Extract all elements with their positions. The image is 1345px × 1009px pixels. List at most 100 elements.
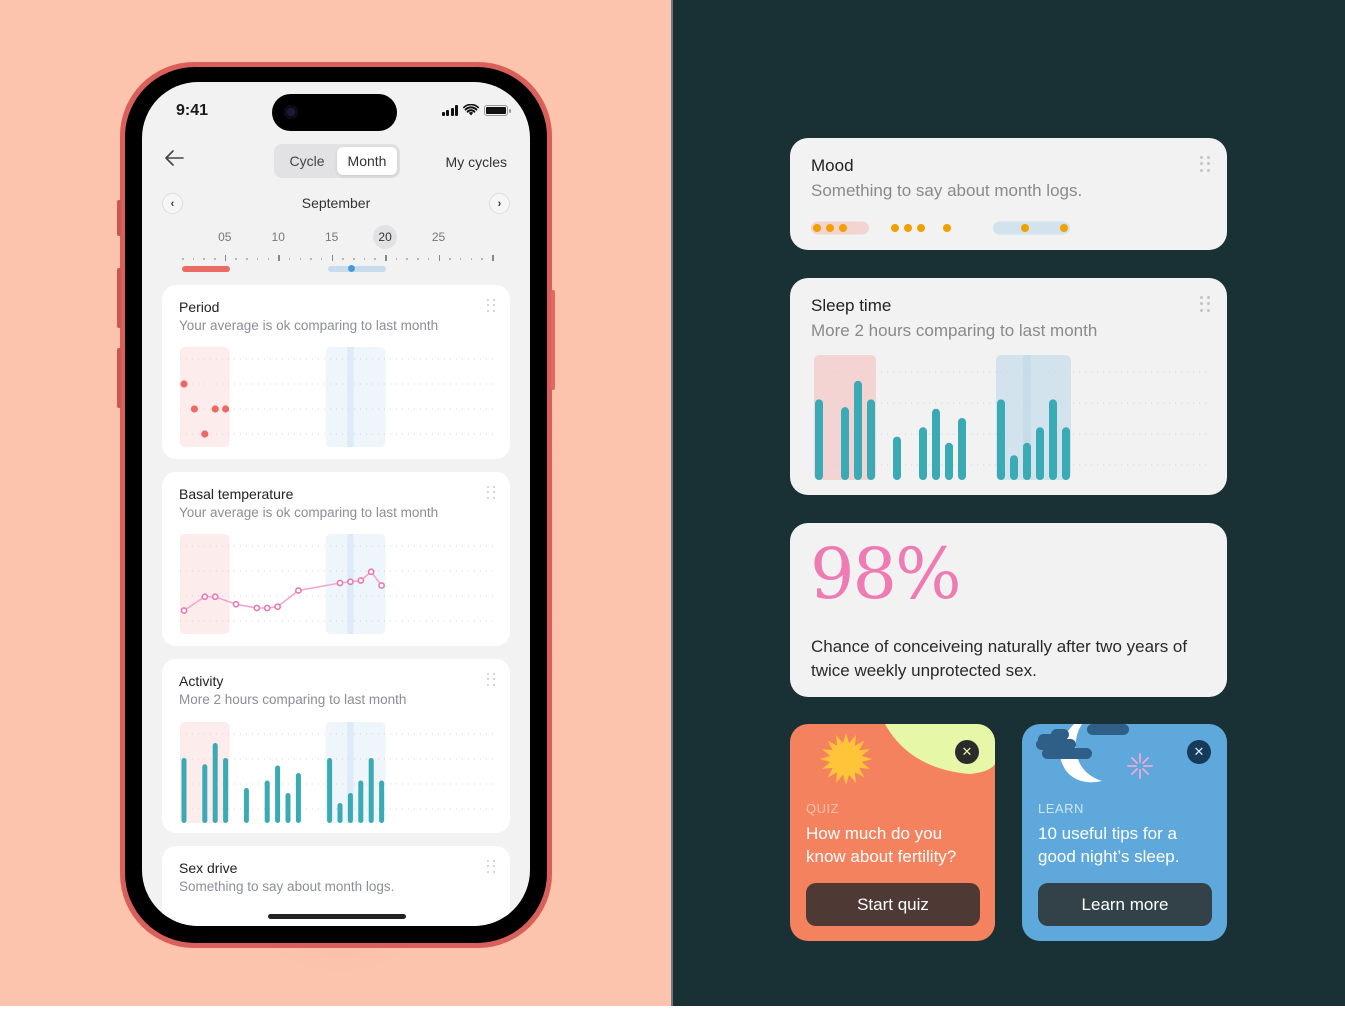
day-ruler[interactable]: [182, 254, 494, 264]
next-month-button[interactable]: ›: [489, 193, 510, 214]
learn-close-button[interactable]: ✕: [1187, 740, 1211, 764]
start-quiz-button[interactable]: Start quiz: [806, 883, 980, 926]
period-point: [201, 430, 209, 438]
my-cycles-link[interactable]: My cycles: [446, 154, 507, 170]
chevron-right-icon: ›: [497, 197, 502, 210]
panel-divider: [671, 0, 673, 1006]
mood-widget[interactable]: Mood Something to say about month logs.: [790, 138, 1227, 250]
ruler-tick: [278, 255, 280, 261]
ruler-tick: [192, 258, 195, 260]
bar: [337, 803, 343, 823]
bar: [243, 788, 249, 823]
sleep-time-widget[interactable]: Sleep time More 2 hours comparing to las…: [790, 278, 1227, 495]
conceive-description: Chance of conceiveing naturally after tw…: [811, 637, 1188, 680]
basal-temperature-card[interactable]: Basal temperature Your average is ok com…: [162, 472, 510, 646]
volume-down-button: [117, 348, 121, 408]
temperature-point: [367, 568, 375, 576]
close-icon: ✕: [1193, 744, 1205, 759]
temperature-point: [201, 593, 209, 601]
status-icons: [441, 104, 511, 116]
period-point: [222, 405, 230, 413]
day-label[interactable]: 20: [373, 225, 398, 249]
temperature-point: [274, 603, 281, 611]
ruler-tick: [331, 255, 334, 261]
bar: [1023, 442, 1031, 480]
temperature-point: [294, 587, 302, 594]
period-card[interactable]: Period Your average is ok comparing to l…: [162, 285, 510, 459]
month-label: September: [301, 195, 371, 211]
learn-more-button[interactable]: Learn more: [1038, 883, 1212, 926]
fertile-highlight: [325, 347, 386, 447]
temperature-point: [253, 604, 261, 612]
quiz-close-button[interactable]: ✕: [955, 740, 979, 764]
mood-dot: [904, 224, 912, 232]
camera-icon: [284, 105, 298, 119]
mood-dot: [813, 224, 821, 232]
home-indicator[interactable]: [268, 914, 406, 919]
back-button[interactable]: [164, 148, 184, 170]
bar: [1036, 427, 1044, 480]
quiz-illustration: [820, 724, 995, 785]
bar: [347, 793, 353, 823]
ruler-tick: [481, 258, 483, 260]
mood-dot: [826, 224, 834, 232]
ruler-tick: [374, 258, 376, 260]
ruler-tick: [288, 258, 291, 260]
temperature-point: [357, 577, 365, 584]
ruler-tick: [224, 255, 227, 261]
volume-up-button: [117, 268, 121, 328]
fertile-highlight: [996, 355, 1071, 480]
ruler-tick: [353, 258, 355, 260]
ovulation-highlight: [347, 347, 354, 447]
quiz-promo-card[interactable]: ✕ QUIZ How much do you know about fertil…: [790, 724, 995, 941]
day-tick-labels: 05 10 15 20 25: [182, 225, 492, 249]
bar: [945, 442, 953, 480]
sleep-time-chart: [814, 355, 1210, 480]
period-point: [211, 405, 219, 413]
conceive-chance-widget: 98% Chance of conceiveing naturally afte…: [790, 523, 1227, 697]
bar: [815, 399, 823, 480]
ruler-tick: [256, 258, 259, 260]
bar: [932, 408, 940, 480]
period-point: [180, 380, 188, 388]
promo-text: How much do you know about fertility?: [806, 824, 957, 866]
bar: [1062, 427, 1070, 480]
basal-temperature-chart: [180, 534, 496, 634]
bar: [275, 765, 281, 823]
ruler-tick: [385, 255, 387, 261]
segment-month[interactable]: Month: [337, 147, 397, 175]
cloud-icon: [1087, 724, 1129, 735]
signal-icon: [441, 104, 458, 116]
segment-cycle[interactable]: Cycle: [277, 147, 337, 175]
phone-screen: 9:41 Cycle Month My cycles ‹ September ›…: [142, 82, 530, 926]
mood-dot: [839, 224, 847, 232]
ruler-tick: [427, 258, 430, 260]
day-label[interactable]: 10: [272, 230, 285, 244]
ruler-tick: [203, 258, 205, 260]
learn-promo-card[interactable]: ✕ LEARN 10 useful tips for a good night’…: [1022, 724, 1227, 941]
close-icon: ✕: [961, 744, 973, 759]
ovulation-marker: [348, 265, 355, 272]
bar: [841, 407, 849, 480]
day-label[interactable]: 15: [325, 230, 338, 244]
learn-illustration: [1036, 724, 1153, 783]
conceive-percent: 98%: [810, 533, 962, 615]
ruler-tick: [299, 258, 302, 260]
day-label[interactable]: 25: [432, 230, 445, 244]
day-label[interactable]: 05: [218, 230, 231, 244]
ruler-tick: [459, 258, 462, 260]
bar: [295, 773, 301, 823]
sparkle-icon: [1127, 753, 1153, 779]
month-navigator: ‹ September ›: [162, 192, 510, 216]
status-time: 9:41: [176, 102, 209, 119]
bar: [958, 418, 966, 480]
cloud-icon: [1051, 729, 1069, 740]
ruler-tick: [363, 258, 366, 260]
activity-card[interactable]: Activity More 2 hours comparing to last …: [162, 659, 510, 833]
temperature-point: [180, 607, 188, 614]
power-button: [551, 290, 555, 390]
bar: [1010, 455, 1018, 480]
temperature-point: [336, 579, 344, 587]
period-range-bar: [182, 266, 230, 272]
mood-dot: [917, 224, 925, 232]
